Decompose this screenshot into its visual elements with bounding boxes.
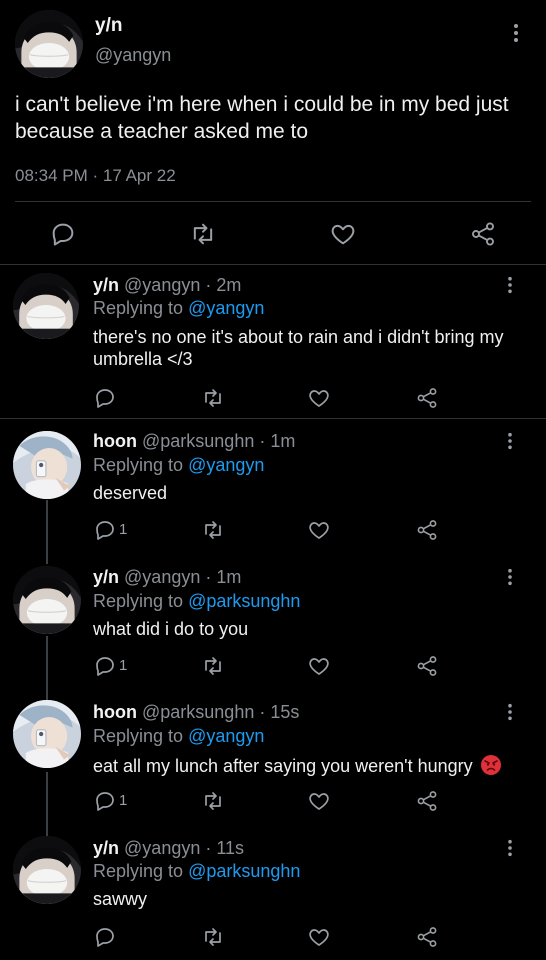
timestamp: 08:34 PM · 17 Apr 22 [15, 166, 176, 185]
angry-face-emoji [480, 755, 501, 775]
avatar[interactable] [13, 566, 81, 634]
reply-icon[interactable] [93, 925, 117, 954]
author-name[interactable]: y/n [93, 567, 119, 587]
reply-count: 1 [119, 521, 128, 538]
retweet-icon[interactable] [189, 220, 217, 253]
replying-prefix: Replying to [93, 726, 189, 746]
author-name[interactable]: y/n [93, 275, 119, 295]
reply-text: sawwy [93, 889, 148, 909]
replying-prefix: Replying to [93, 455, 189, 475]
divider [0, 418, 546, 419]
replying-prefix: Replying to [93, 591, 189, 611]
author-name[interactable]: y/n [95, 15, 122, 37]
heart-icon[interactable] [307, 518, 331, 547]
reply-icon[interactable] [49, 220, 77, 253]
replying-to-link[interactable]: @parksunghn [188, 591, 300, 611]
more-icon[interactable] [512, 23, 522, 45]
replying-prefix: Replying to [93, 298, 189, 318]
author-name[interactable]: hoon [93, 702, 137, 722]
retweet-icon[interactable] [201, 789, 225, 818]
replying-to-link[interactable]: @yangyn [188, 298, 264, 318]
more-icon[interactable] [506, 839, 514, 862]
avatar[interactable] [15, 10, 83, 78]
heart-icon[interactable] [307, 654, 331, 683]
share-icon[interactable] [415, 789, 439, 818]
more-icon[interactable] [506, 432, 514, 455]
share-icon[interactable] [469, 220, 497, 253]
reply-icon[interactable] [93, 386, 117, 415]
author-meta: @yangyn · 2m [124, 275, 242, 295]
replying-to-link[interactable]: @yangyn [188, 726, 264, 746]
reply-tweet: hoon @parksunghn · 1m Replying to @yangy… [0, 420, 546, 556]
avatar[interactable] [13, 700, 81, 768]
reply-text: what did i do to you [93, 619, 249, 639]
replying-to-link[interactable]: @parksunghn [188, 861, 300, 881]
author-meta: @parksunghn · 1m [142, 431, 296, 451]
reply-count: 1 [119, 657, 128, 674]
reply-count: 1 [119, 792, 128, 809]
retweet-icon[interactable] [201, 386, 225, 415]
more-icon[interactable] [506, 703, 514, 726]
reply-text: deserved [93, 483, 168, 503]
retweet-icon[interactable] [201, 654, 225, 683]
author-meta: @yangyn · 1m [124, 567, 242, 587]
heart-icon[interactable] [329, 220, 357, 253]
replying-to-link[interactable]: @yangyn [188, 455, 264, 475]
reply-icon[interactable] [93, 789, 117, 818]
reply-icon[interactable] [93, 654, 117, 683]
reply-tweet: y/n @yangyn · 1m Replying to @parksunghn… [0, 556, 546, 692]
avatar-image [15, 10, 83, 78]
avatar[interactable] [13, 836, 81, 904]
retweet-icon[interactable] [201, 518, 225, 547]
divider [15, 201, 531, 202]
reply-tweet: y/n @yangyn · 11s Replying to @parksungh… [0, 828, 546, 960]
reply-tweet: y/n @yangyn · 2m Replying to @yangyn the… [0, 265, 546, 420]
avatar[interactable] [13, 273, 79, 339]
tweet-text: i can't believe i'm here when i could be… [15, 93, 509, 143]
share-icon[interactable] [415, 654, 439, 683]
reply-text: eat all my lunch after saying you weren'… [93, 756, 473, 776]
author-name[interactable]: hoon [93, 431, 137, 451]
author-name[interactable]: y/n [93, 838, 119, 858]
author-meta: @yangyn · 11s [124, 838, 245, 858]
heart-icon[interactable] [307, 789, 331, 818]
avatar[interactable] [13, 431, 81, 499]
reply-tweet: hoon @parksunghn · 15s Replying to @yang… [0, 692, 546, 828]
author-handle[interactable]: @yangyn [95, 45, 171, 66]
more-icon[interactable] [506, 276, 514, 299]
author-meta: @parksunghn · 15s [142, 702, 300, 722]
replying-prefix: Replying to [93, 861, 189, 881]
heart-icon[interactable] [307, 386, 331, 415]
more-icon[interactable] [506, 568, 514, 591]
heart-icon[interactable] [307, 925, 331, 954]
retweet-icon[interactable] [201, 925, 225, 954]
reply-icon[interactable] [93, 518, 117, 547]
reply-text: there's no one it's about to rain and i … [93, 327, 504, 369]
share-icon[interactable] [415, 386, 439, 415]
share-icon[interactable] [415, 518, 439, 547]
share-icon[interactable] [415, 925, 439, 954]
